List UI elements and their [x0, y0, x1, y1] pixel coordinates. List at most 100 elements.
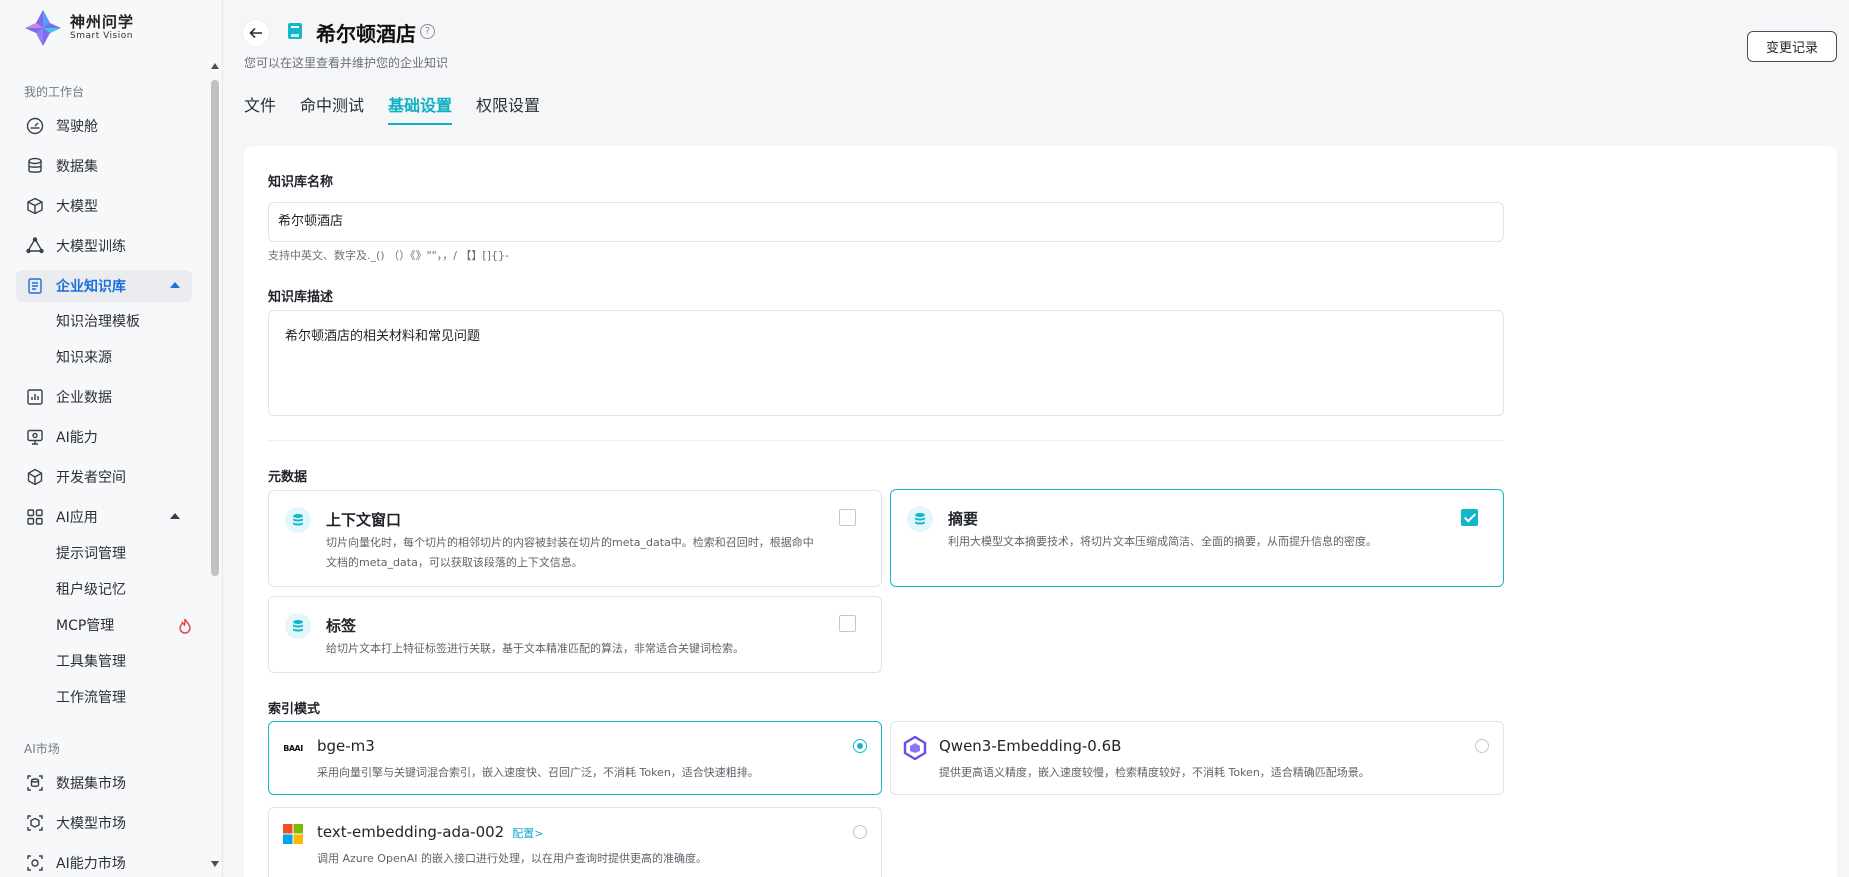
metadata-card-desc: 给切片文本打上特征标签进行关联，基于文本精准匹配的算法，非常适合关键词检索。: [326, 642, 744, 655]
sidebar-item-label: 大模型: [56, 199, 98, 215]
name-hint: 支持中英文、数字及._() （）《》""，，/ 【】[]{}-: [268, 249, 509, 262]
sidebar-subitem-template[interactable]: 知识治理模板: [56, 308, 192, 336]
name-input[interactable]: 希尔顿酒店: [268, 202, 1504, 242]
model-radio-qwen3[interactable]: [1475, 739, 1489, 753]
page-subtitle: 您可以在这里查看并维护您的企业知识: [244, 56, 449, 70]
database-icon: [26, 157, 44, 175]
brand-name-en: Smart Vision: [70, 31, 133, 42]
database-icon: [907, 506, 933, 532]
page-title: 希尔顿酒店: [316, 22, 416, 46]
tab-permissions[interactable]: 权限设置: [476, 92, 540, 122]
chevron-up-icon: [170, 282, 180, 288]
model-card-bge-m3[interactable]: BAAI bge-m3 采用向量引擎与关键词混合索引，嵌入速度快、召回广泛，不消…: [268, 721, 882, 795]
dataset-market-icon: [26, 774, 44, 792]
chevron-up-icon: [170, 513, 180, 519]
model-name: text-embedding-ada-002: [317, 823, 505, 841]
metadata-card-title: 上下文窗口: [326, 511, 402, 529]
tab-hit-test[interactable]: 命中测试: [300, 92, 364, 122]
sidebar-subitem-tools[interactable]: 工具集管理: [56, 648, 192, 676]
metadata-card-tag[interactable]: 标签 给切片文本打上特征标签进行关联，基于文本精准匹配的算法，非常适合关键词检索…: [268, 596, 882, 673]
sidebar-subitem-workflow[interactable]: 工作流管理: [56, 684, 192, 712]
qwen-logo-icon: [903, 736, 927, 760]
sidebar-item-dataset-market[interactable]: 数据集市场: [16, 767, 192, 799]
sidebar-item-ai-app[interactable]: AI应用: [16, 501, 192, 533]
change-log-button[interactable]: 变更记录: [1747, 31, 1837, 62]
brand-logo[interactable]: 神州问学 Smart Vision: [24, 8, 194, 48]
sidebar-item-label: AI能力: [56, 430, 98, 446]
scroll-up-icon[interactable]: [211, 63, 219, 69]
model-card-qwen3[interactable]: Qwen3-Embedding-0.6B 提供更高语义精度，嵌入速度较慢，检索精…: [890, 721, 1504, 795]
sidebar-subitem-source[interactable]: 知识来源: [56, 344, 192, 372]
config-link[interactable]: 配置>: [512, 827, 543, 840]
sidebar-item-ai-capability[interactable]: AI能力: [16, 421, 192, 453]
metadata-card-title: 标签: [326, 617, 357, 635]
cube-icon: [26, 197, 44, 215]
model-radio-bge-m3[interactable]: [853, 739, 867, 753]
model-desc: 提供更高语义精度，嵌入速度较慢，检索精度较好，不消耗 Token，适合精确匹配场…: [939, 766, 1370, 779]
microsoft-logo-icon: [281, 822, 305, 846]
sidebar-item-knowledge[interactable]: 企业知识库: [16, 270, 192, 302]
model-name-row: text-embedding-ada-002 配置>: [317, 823, 543, 841]
baai-logo-text: BAAI: [283, 743, 303, 753]
model-name: bge-m3: [317, 737, 375, 755]
tab-bar: 文件 命中测试 基础设置 权限设置: [244, 92, 564, 125]
sidebar-item-label: 大模型训练: [56, 239, 126, 255]
model-card-ada-002[interactable]: text-embedding-ada-002 配置> 调用 Azure OpenA…: [268, 807, 882, 877]
database-icon: [285, 613, 311, 639]
monitor-icon: [26, 428, 44, 446]
sidebar-item-dashboard[interactable]: 驾驶舱: [16, 110, 192, 142]
tab-basic-settings[interactable]: 基础设置: [388, 92, 453, 125]
metadata-checkbox-summary[interactable]: [1461, 509, 1478, 526]
sidebar-item-label: 数据集: [56, 159, 98, 175]
metadata-checkbox-context[interactable]: [839, 509, 856, 526]
sidebar-subitem-mcp[interactable]: MCP管理: [56, 612, 192, 640]
sidebar-subitem-memory[interactable]: 租户级记忆: [56, 576, 192, 604]
sidebar-scrollbar[interactable]: [211, 80, 219, 576]
metadata-card-desc: 切片向量化时，每个切片的相邻切片的内容被封装在切片的meta_data中。检索和…: [326, 533, 814, 573]
sidebar-item-label: 企业知识库: [56, 279, 126, 295]
sidebar-item-label: 数据集市场: [56, 776, 126, 792]
description-textarea[interactable]: 希尔顿酒店的相关材料和常见问题: [268, 310, 1504, 416]
metadata-card-desc: 利用大模型文本摘要技术，将切片文本压缩成简洁、全面的摘要，从而提升信息的密度。: [948, 535, 1377, 548]
sidebar-item-model-market[interactable]: 大模型市场: [16, 807, 192, 839]
sidebar-item-ai-market[interactable]: AI能力市场: [16, 847, 192, 877]
sidebar-group-workspace: 我的工作台: [24, 85, 85, 99]
sidebar-subitem-label: MCP管理: [56, 618, 115, 634]
divider: [268, 440, 1504, 441]
model-desc: 采用向量引擎与关键词混合索引，嵌入速度快、召回广泛，不消耗 Token，适合快速…: [317, 766, 759, 779]
logo-mark-icon: [25, 10, 61, 46]
knowledge-base-icon: [288, 23, 302, 39]
baai-logo-icon: BAAI: [281, 736, 305, 760]
sidebar-item-label: 开发者空间: [56, 470, 126, 486]
ai-market-icon: [26, 854, 44, 872]
tab-files[interactable]: 文件: [244, 92, 276, 122]
metadata-card-desc-line: 切片向量化时，每个切片的相邻切片的内容被封装在切片的meta_data中。检索和…: [326, 536, 814, 549]
model-market-icon: [26, 814, 44, 832]
hex-icon: [26, 468, 44, 486]
sidebar-item-label: AI能力市场: [56, 856, 126, 872]
metadata-checkbox-tag[interactable]: [839, 615, 856, 632]
sidebar-item-model[interactable]: 大模型: [16, 190, 192, 222]
sidebar-subitem-prompt[interactable]: 提示词管理: [56, 540, 192, 568]
sidebar-group-market: AI市场: [24, 742, 60, 756]
scroll-down-icon[interactable]: [211, 861, 219, 867]
sidebar-item-enterprise-data[interactable]: 企业数据: [16, 381, 192, 413]
metadata-label: 元数据: [268, 470, 308, 485]
metadata-card-summary[interactable]: 摘要 利用大模型文本摘要技术，将切片文本压缩成简洁、全面的摘要，从而提升信息的密…: [890, 489, 1504, 587]
sidebar-item-training[interactable]: 大模型训练: [16, 230, 192, 262]
grid-icon: [26, 508, 44, 526]
sidebar-item-label: 驾驶舱: [56, 119, 98, 135]
sidebar-item-dataset[interactable]: 数据集: [16, 150, 192, 182]
back-button[interactable]: [242, 19, 270, 47]
database-icon: [285, 507, 311, 533]
brand-name: 神州问学: [70, 13, 135, 32]
model-radio-ada-002[interactable]: [853, 825, 867, 839]
sidebar: 神州问学 Smart Vision 我的工作台 驾驶舱 数据集 大模型 大模型训…: [0, 0, 223, 877]
help-icon[interactable]: ?: [420, 24, 435, 39]
arrow-left-icon: [249, 27, 262, 39]
sidebar-item-label: 大模型市场: [56, 816, 126, 832]
metadata-card-context[interactable]: 上下文窗口 切片向量化时，每个切片的相邻切片的内容被封装在切片的meta_dat…: [268, 490, 882, 587]
dashboard-icon: [26, 117, 44, 135]
fire-icon: [179, 618, 191, 634]
sidebar-item-developer[interactable]: 开发者空间: [16, 461, 192, 493]
